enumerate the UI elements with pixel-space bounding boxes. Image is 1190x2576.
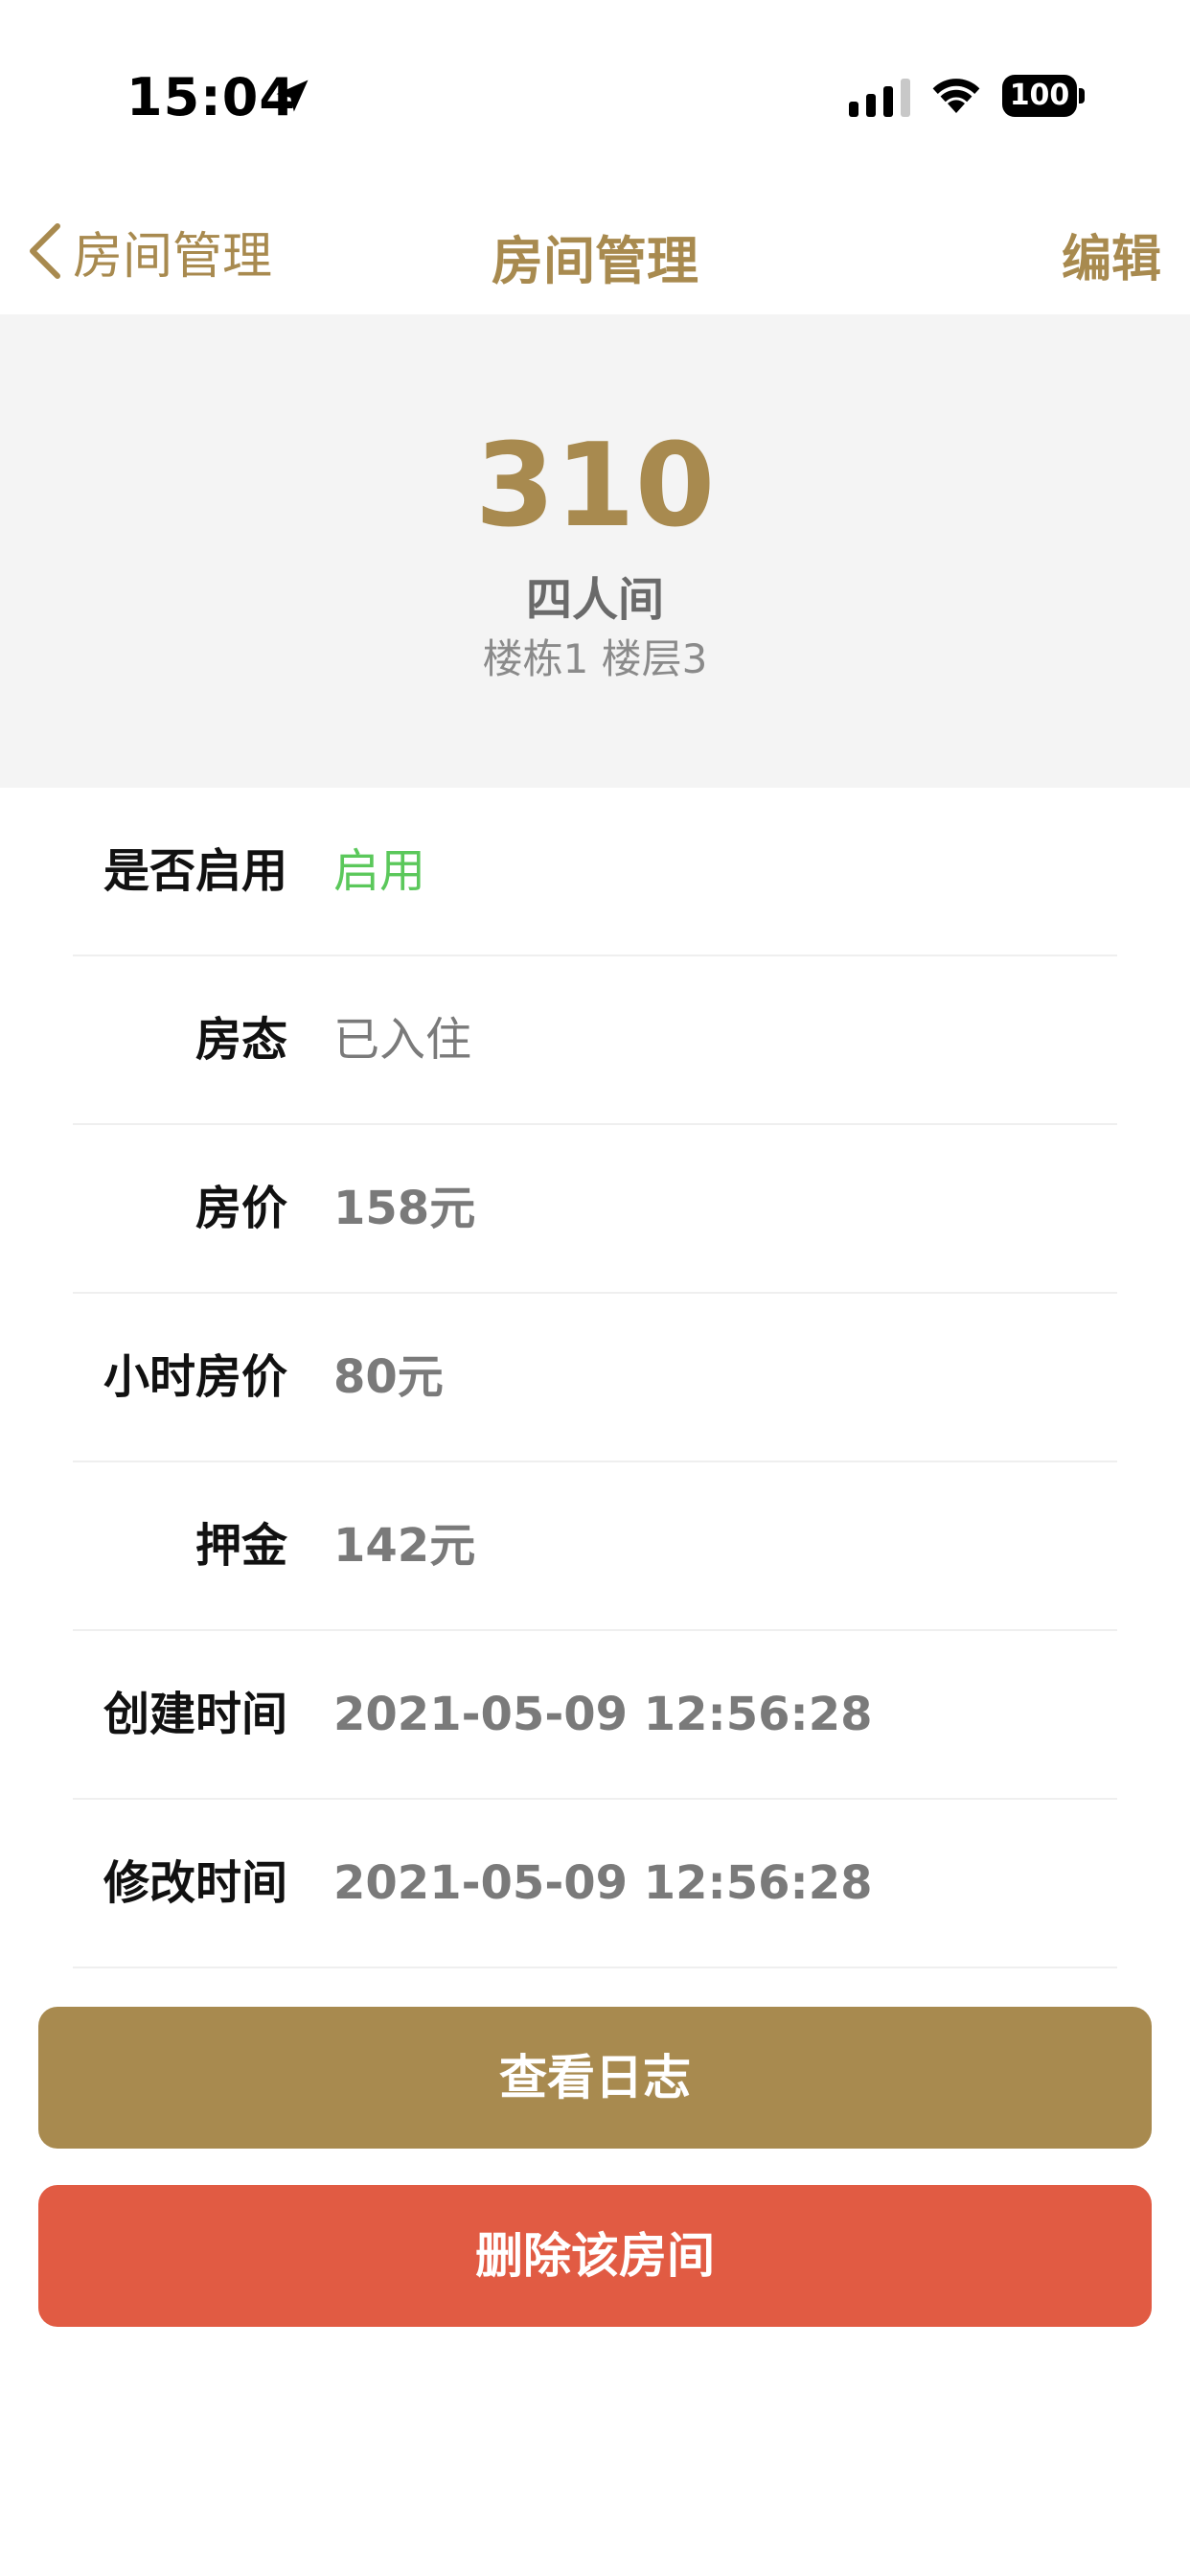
detail-row-hourly-price: 小时房价 80元 [73,1294,1117,1462]
detail-value-deposit: 142元 [333,1519,476,1573]
delete-room-button[interactable]: 删除该房间 [38,2185,1152,2327]
room-details-list: 是否启用 启用 房态 已入住 房价 158元 小时房价 80元 押金 142元 … [0,788,1190,1968]
detail-row-modified-time: 修改时间 2021-05-09 12:56:28 [73,1800,1117,1968]
cellular-signal-icon [849,79,910,117]
detail-row-enabled: 是否启用 启用 [73,788,1117,956]
detail-label: 房价 [195,1182,287,1235]
room-location: 楼栋1 楼层3 [482,635,708,682]
detail-label: 创建时间 [103,1688,287,1741]
location-arrow-icon [276,80,309,112]
detail-row-deposit: 押金 142元 [73,1462,1117,1631]
detail-value-modified-time: 2021-05-09 12:56:28 [333,1856,873,1910]
status-bar: 15:04 100 [0,0,1190,192]
battery-tip [1079,88,1085,104]
room-number: 310 [474,420,716,553]
battery-icon: 100 [1002,75,1085,117]
detail-value-room-status: 已入住 [333,1013,472,1067]
detail-label: 小时房价 [103,1350,287,1404]
edit-button[interactable]: 编辑 [1062,218,1161,290]
detail-value-created-time: 2021-05-09 12:56:28 [333,1688,873,1741]
room-summary: 310 四人间 楼栋1 楼层3 [0,314,1190,788]
battery-level: 100 [1002,75,1077,117]
back-label: 房间管理 [73,227,273,286]
nav-bar: 房间管理 房间管理 编辑 [0,192,1190,314]
detail-label: 修改时间 [103,1856,287,1910]
back-button[interactable]: 房间管理 [29,213,272,289]
view-log-button[interactable]: 查看日志 [38,2007,1152,2149]
detail-row-price: 房价 158元 [73,1125,1117,1294]
detail-row-created-time: 创建时间 2021-05-09 12:56:28 [73,1631,1117,1800]
chevron-left-icon [30,223,60,279]
detail-value-enabled: 启用 [333,844,426,898]
detail-label: 押金 [195,1519,287,1573]
room-type: 四人间 [525,573,664,627]
detail-row-room-status: 房态 已入住 [73,956,1117,1125]
detail-label: 房态 [195,1013,287,1067]
detail-value-hourly-price: 80元 [333,1350,444,1404]
wifi-icon [932,79,980,113]
detail-label: 是否启用 [103,844,287,898]
detail-value-price: 158元 [333,1182,476,1235]
